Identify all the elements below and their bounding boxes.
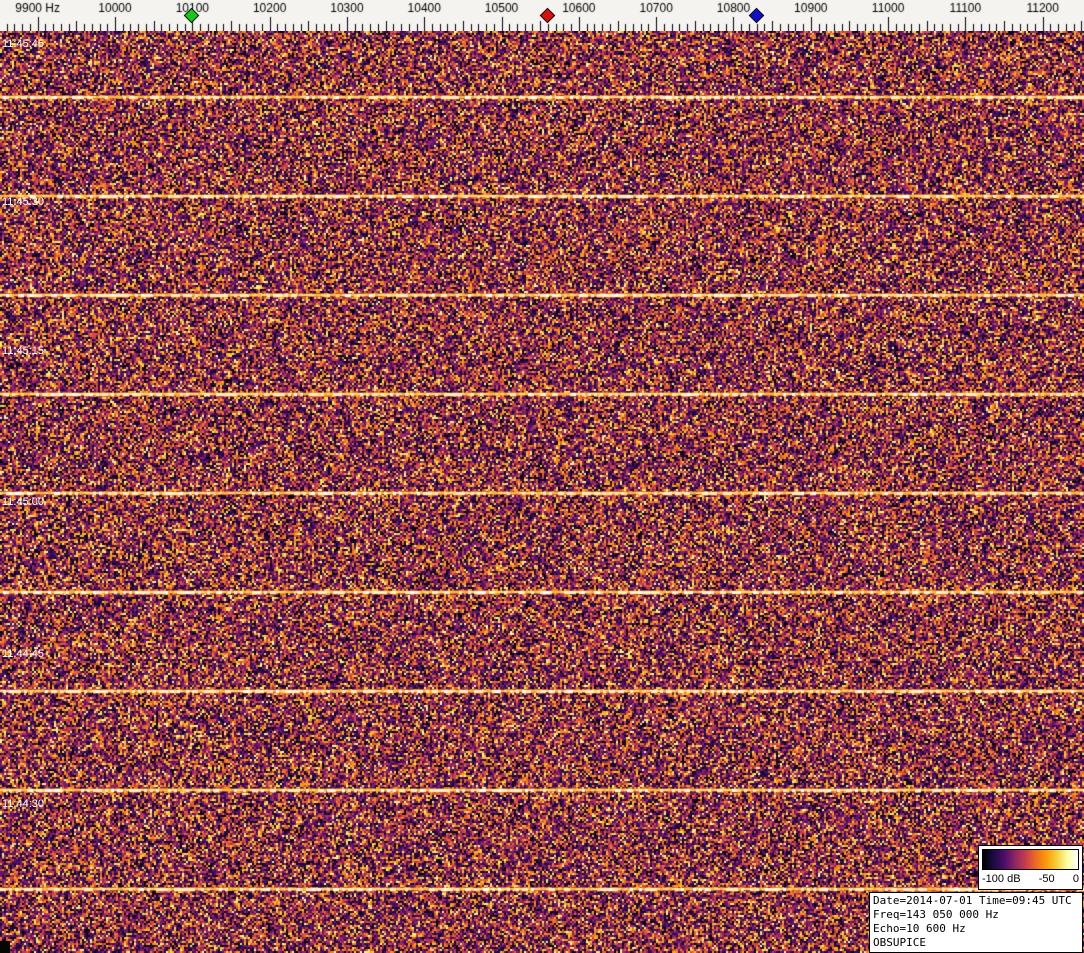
frequency-marker-green-diamond-icon[interactable]: [183, 7, 200, 24]
legend-label-mid: -50: [1038, 873, 1055, 885]
color-scale-legend: -100 dB -50 0: [978, 845, 1083, 890]
waterfall-display[interactable]: [0, 31, 1084, 953]
legend-label-min: -100 dB: [982, 873, 1021, 885]
frequency-marker-blue-diamond-icon[interactable]: [748, 7, 765, 24]
info-station: OBSUPICE: [873, 936, 926, 949]
info-date-time: Date=2014-07-01 Time=09:45 UTC: [873, 894, 1072, 907]
frequency-markers: [0, 0, 1084, 31]
spectrogram-window: 11:45:45 11:45:30 11:45:15 11:45:00 11:44:45…: [0, 0, 1084, 953]
observation-info-box: Date=2014-07-01 Time=09:45 UTC Freq=143 …: [869, 892, 1083, 953]
info-echo: Echo=10 600 Hz: [873, 922, 966, 935]
info-frequency: Freq=143 050 000 Hz: [873, 908, 999, 921]
frequency-marker-red-diamond-icon[interactable]: [539, 7, 556, 24]
corner-box: [0, 941, 10, 953]
color-gradient-bar: [982, 849, 1079, 870]
legend-labels: -100 dB -50 0: [982, 873, 1079, 885]
legend-label-max: 0: [1072, 873, 1079, 885]
